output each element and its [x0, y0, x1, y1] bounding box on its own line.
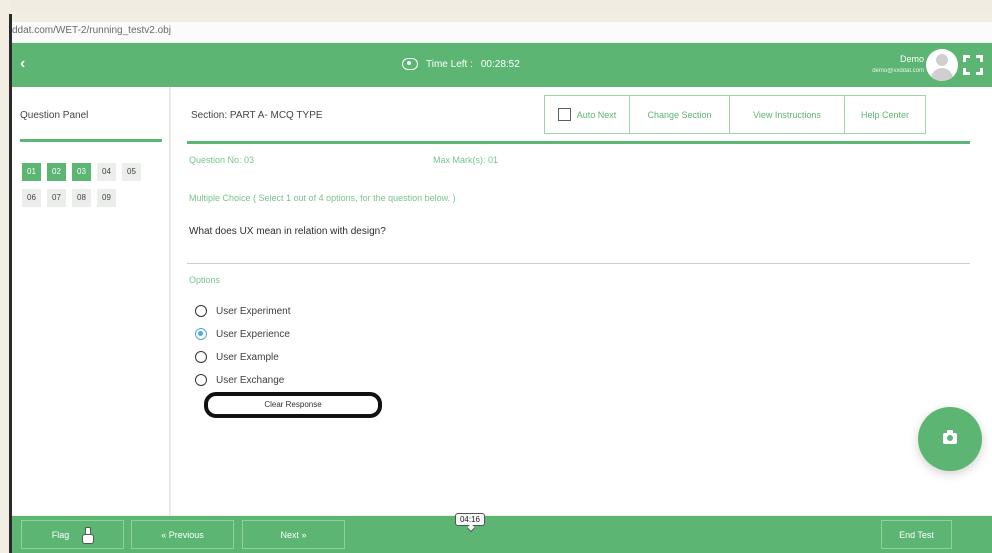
radio-button[interactable] — [195, 374, 207, 386]
question-toolbar: Auto Next Change Section View Instructio… — [544, 95, 926, 134]
avatar[interactable] — [926, 49, 958, 81]
fullscreen-corner-icon — [963, 55, 970, 62]
end-test-button[interactable]: End Test — [881, 520, 952, 549]
option-label: User Example — [216, 351, 279, 363]
auto-next-label: Auto Next — [576, 109, 617, 120]
clear-response-button[interactable]: Clear Response — [204, 392, 382, 418]
user-email: demo@xxddat.com — [872, 68, 924, 74]
change-section-button[interactable]: Change Section — [629, 95, 730, 134]
help-center-button[interactable]: Help Center — [844, 95, 926, 134]
camera-icon — [943, 430, 957, 444]
question-number-button[interactable]: 06 — [22, 189, 41, 207]
option-label: User Experiment — [216, 305, 291, 317]
max-marks: Max Mark(s): 01 — [433, 155, 499, 165]
question-area: Section: PART A- MCQ TYPE Auto Next Chan… — [171, 87, 992, 515]
section-label: Section: PART A- MCQ TYPE — [191, 110, 323, 121]
option-label: User Exchange — [216, 374, 285, 386]
option-label: User Experience — [216, 328, 290, 340]
flag-label: Flag — [51, 529, 70, 540]
auto-next-toggle[interactable]: Auto Next — [544, 95, 630, 134]
question-number-button[interactable]: 02 — [47, 163, 66, 181]
bottom-navigation: Flag « Previous Next » End Test — [12, 516, 992, 553]
checkbox-icon[interactable] — [557, 108, 571, 121]
view-instructions-button[interactable]: View Instructions — [729, 95, 845, 134]
window-frame-top — [0, 0, 992, 12]
question-instruction: Multiple Choice ( Select 1 out of 4 opti… — [189, 193, 456, 203]
time-left-label: Time Left : — [426, 58, 473, 70]
next-button[interactable]: Next » — [242, 520, 345, 549]
chevron-left-icon[interactable]: ‹ — [20, 55, 25, 73]
question-text: What does UX mean in relation with desig… — [189, 226, 386, 237]
radio-button[interactable] — [195, 351, 207, 363]
video-time-tooltip: 04:16 — [455, 513, 485, 526]
options-title: Options — [189, 275, 221, 285]
question-number-button[interactable]: 01 — [22, 163, 41, 181]
question-panel-title: Question Panel — [20, 110, 89, 121]
question-panel-underline — [20, 139, 162, 142]
time-left-display: Time Left : 00:28:52 — [402, 58, 520, 70]
selected-radio-button[interactable] — [195, 328, 207, 340]
fullscreen-icon[interactable] — [963, 55, 983, 75]
fullscreen-corner-icon — [963, 68, 970, 75]
question-panel: Question Panel 01 02 03 04 05 06 07 08 09 — [12, 87, 170, 515]
url-text: ddat.com/WET-2/running_testv2.obj — [12, 25, 171, 36]
browser-url-bar[interactable]: ddat.com/WET-2/running_testv2.obj — [12, 22, 992, 42]
fullscreen-corner-icon — [976, 55, 983, 62]
time-left-value: 00:28:52 — [480, 58, 520, 70]
user-info: Demo demo@xxddat.com — [872, 53, 924, 77]
eye-timer-icon — [402, 58, 418, 70]
question-number-grid: 01 02 03 04 05 06 07 08 09 — [22, 163, 152, 211]
question-number-button[interactable]: 05 — [122, 163, 141, 181]
question-number-button[interactable]: 07 — [47, 189, 66, 207]
previous-button[interactable]: « Previous — [131, 520, 234, 549]
question-number-button[interactable]: 03 — [72, 163, 91, 181]
user-name: Demo — [899, 54, 924, 64]
question-divider — [187, 263, 970, 264]
option-user-exchange[interactable]: User Exchange — [195, 374, 284, 386]
hand-cursor-icon — [81, 527, 95, 544]
radio-button[interactable] — [195, 305, 207, 317]
fullscreen-corner-icon — [976, 68, 983, 75]
exam-header: ‹ Time Left : 00:28:52 Demo demo@xxddat.… — [12, 43, 992, 87]
option-user-experience[interactable]: User Experience — [195, 328, 290, 340]
question-number-button[interactable]: 09 — [97, 189, 116, 207]
camera-button[interactable] — [918, 407, 982, 471]
option-user-experiment[interactable]: User Experiment — [195, 305, 290, 317]
question-number-button[interactable]: 08 — [72, 189, 91, 207]
question-number-button[interactable]: 04 — [97, 163, 116, 181]
option-user-example[interactable]: User Example — [195, 351, 279, 363]
flag-button[interactable]: Flag — [21, 520, 124, 549]
question-number: Question No: 03 — [189, 155, 255, 165]
toolbar-underline — [187, 141, 970, 144]
